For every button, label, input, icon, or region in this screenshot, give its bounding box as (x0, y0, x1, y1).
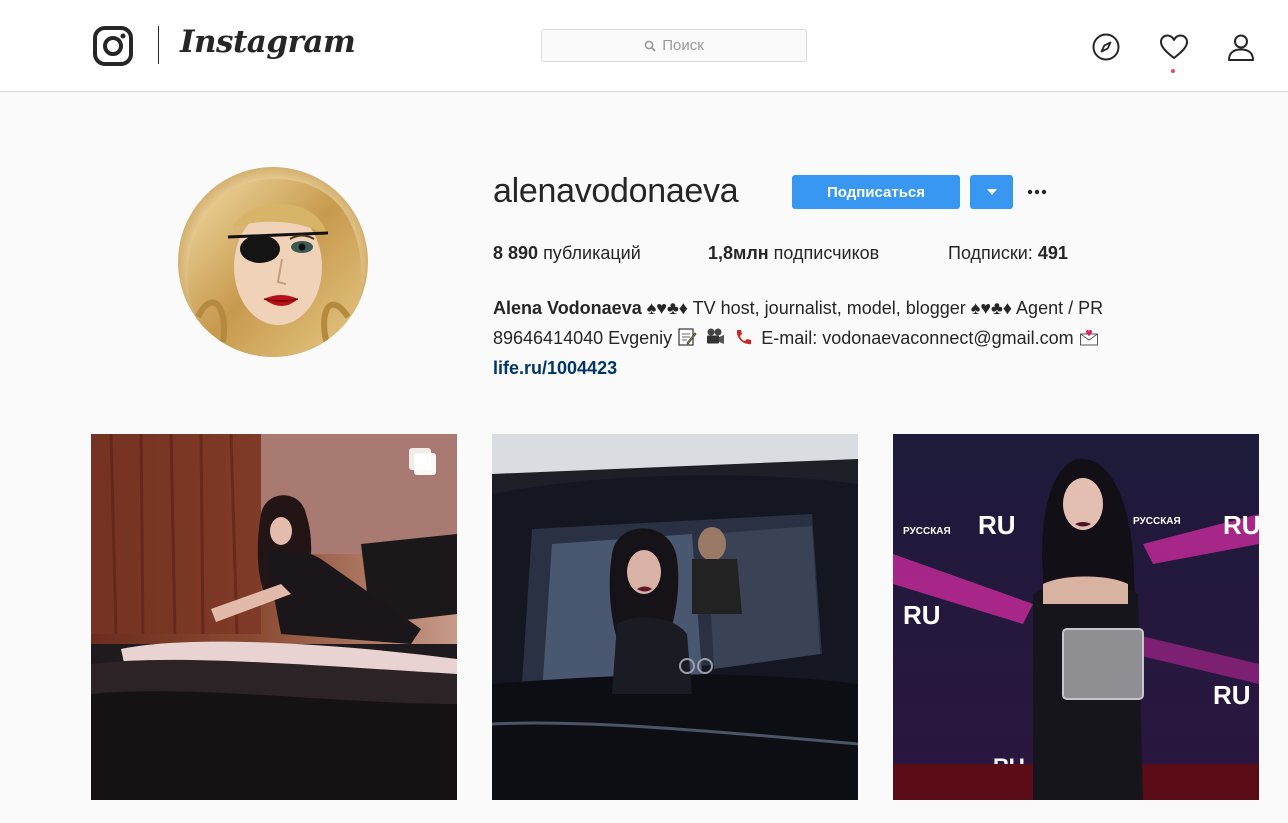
love-letter-emoji-icon (1079, 329, 1098, 346)
profile-icon[interactable] (1226, 32, 1256, 62)
more-options-icon[interactable] (1024, 183, 1050, 201)
telephone-emoji-icon (737, 330, 752, 345)
movie-camera-emoji-icon (707, 328, 725, 344)
bio-line-3: life.ru/1004423 (493, 353, 1193, 383)
memo-emoji-icon (678, 328, 697, 346)
svg-text:RU: RU (978, 510, 1016, 540)
followers-label: подписчиков (773, 243, 880, 263)
bio-line-2: 89646414040 Evgeniy E-mail: vodonaevacon… (493, 323, 1193, 353)
compass-icon[interactable] (1091, 32, 1121, 62)
profile-username: alenavodonaeva (493, 172, 739, 210)
profile-avatar (178, 167, 368, 357)
logo-divider (158, 26, 159, 64)
search-input[interactable]: Поиск (541, 29, 807, 62)
followers-stat[interactable]: 1,8млн подписчиков (708, 243, 879, 264)
caret-down-icon (986, 189, 997, 195)
bio-external-link[interactable]: life.ru/1004423 (493, 358, 617, 378)
bio-full-name: Alena Vodonaeva (493, 298, 642, 318)
svg-text:RU: RU (903, 600, 941, 630)
search-icon (644, 40, 656, 52)
following-label: Подписки: (948, 243, 1033, 263)
bio-description: ♠♥♣♦ TV host, journalist, model, blogger… (646, 298, 1104, 318)
heart-icon[interactable] (1159, 32, 1189, 62)
instagram-wordmark[interactable]: Instagram (180, 24, 356, 60)
bio-email: E-mail: vodonaevaconnect@gmail.com (761, 328, 1074, 348)
profile-bio: Alena Vodonaeva ♠♥♣♦ TV host, journalist… (493, 293, 1193, 383)
suggestions-dropdown-button[interactable] (970, 175, 1013, 209)
notification-dot (1171, 69, 1175, 73)
posts-count: 8 890 (493, 243, 539, 263)
top-navigation-bar: Instagram Поиск (0, 0, 1288, 92)
posts-count-stat: 8 890 публикаций (493, 243, 641, 264)
search-placeholder: Поиск (662, 37, 704, 54)
followers-count: 1,8млн (708, 243, 769, 263)
svg-text:RU: RU (1223, 510, 1259, 540)
svg-text:РУССКАЯ: РУССКАЯ (903, 526, 951, 537)
instagram-camera-icon[interactable] (93, 26, 133, 66)
post-thumbnail[interactable] (91, 434, 457, 800)
bio-line-1: Alena Vodonaeva ♠♥♣♦ TV host, journalist… (493, 293, 1193, 323)
posts-label: публикаций (543, 243, 641, 263)
post-thumbnail[interactable]: RU RU RU RU RU РУССКАЯ РУССКАЯ РУССКАЯ (893, 434, 1259, 800)
multiple-photos-icon (409, 448, 436, 475)
following-stat[interactable]: Подписки: 491 (948, 243, 1068, 264)
svg-text:РУССКАЯ: РУССКАЯ (1133, 516, 1181, 527)
follow-button[interactable]: Подписаться (792, 175, 960, 209)
post-thumbnail[interactable] (492, 434, 858, 800)
bio-phone: 89646414040 Evgeniy (493, 328, 673, 348)
svg-text:RU: RU (1213, 680, 1251, 710)
following-count: 491 (1037, 243, 1068, 263)
